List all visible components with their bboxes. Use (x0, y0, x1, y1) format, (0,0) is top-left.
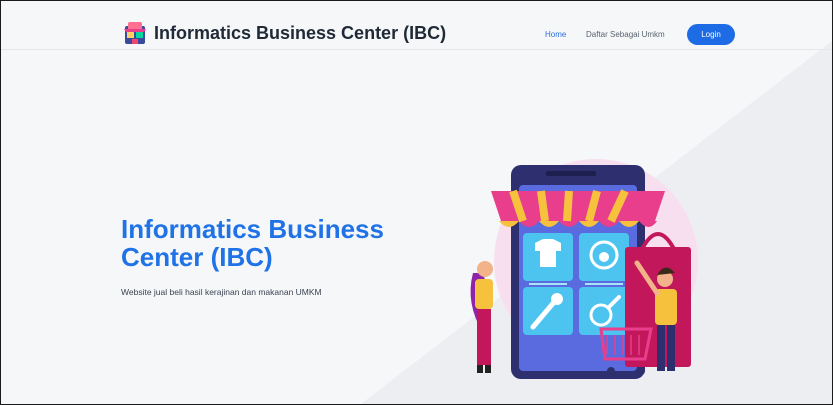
page: Informatics Business Center (IBC) Home D… (0, 0, 833, 405)
online-shop-illustration (470, 159, 698, 379)
nav-register-umkm-link[interactable]: Daftar Sebagai Umkm (586, 30, 665, 39)
hero-title: Informatics Business Center (IBC) (121, 214, 384, 272)
nav-home-link[interactable]: Home (545, 30, 566, 39)
hero-subtitle: Website jual beli hasil kerajinan dan ma… (121, 287, 322, 297)
navbar: Informatics Business Center (IBC) Home D… (1, 1, 832, 50)
brand[interactable]: Informatics Business Center (IBC) (122, 20, 446, 46)
login-button[interactable]: Login (687, 24, 735, 45)
brand-name: Informatics Business Center (IBC) (154, 22, 447, 43)
shop-icon (124, 22, 146, 44)
